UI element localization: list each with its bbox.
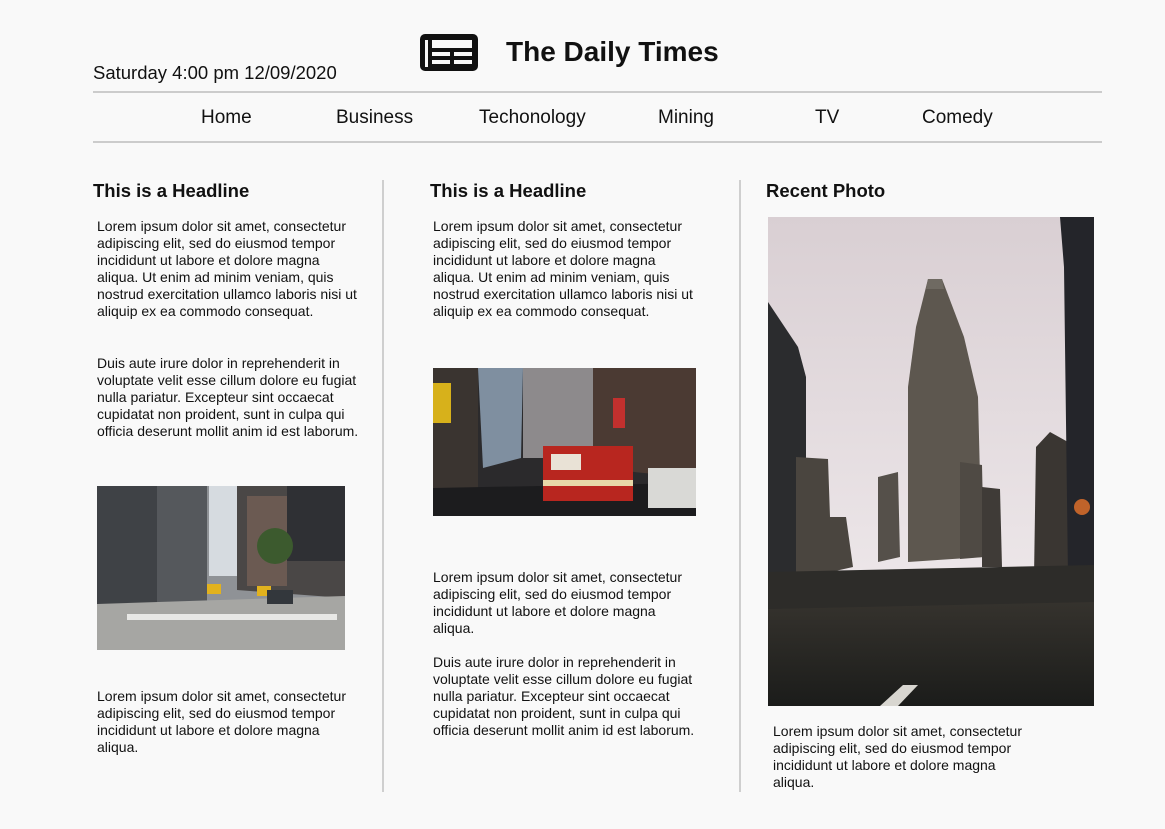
nav-comedy[interactable]: Comedy bbox=[922, 106, 993, 130]
nav-mining[interactable]: Mining bbox=[658, 106, 714, 130]
date-time: Saturday 4:00 pm 12/09/2020 bbox=[93, 62, 337, 83]
photo-caption: Lorem ipsum dolor sit amet, consectetur … bbox=[773, 723, 1022, 790]
header-divider bbox=[93, 91, 1102, 93]
newspaper-icon bbox=[420, 34, 478, 71]
column-divider bbox=[739, 180, 741, 792]
left-paragraph-1: Lorem ipsum dolor sit amet, consectetur … bbox=[97, 218, 357, 319]
fire-truck-photo[interactable] bbox=[433, 368, 696, 516]
nav-home[interactable]: Home bbox=[201, 106, 252, 130]
left-paragraph-2: Duis aute irure dolor in reprehenderit i… bbox=[97, 355, 359, 439]
nav-tv[interactable]: TV bbox=[815, 106, 839, 130]
nav-technology[interactable]: Techonology bbox=[479, 106, 586, 130]
column-divider bbox=[382, 180, 384, 792]
left-headline[interactable]: This is a Headline bbox=[93, 179, 249, 203]
left-paragraph-3: Lorem ipsum dolor sit amet, consectetur … bbox=[97, 688, 346, 755]
middle-paragraph-1: Lorem ipsum dolor sit amet, consectetur … bbox=[433, 218, 693, 319]
middle-paragraph-3: Duis aute irure dolor in reprehenderit i… bbox=[433, 654, 695, 738]
street-photo[interactable] bbox=[97, 486, 345, 650]
site-title: The Daily Times bbox=[506, 36, 719, 67]
middle-headline[interactable]: This is a Headline bbox=[430, 179, 586, 203]
middle-paragraph-2: Lorem ipsum dolor sit amet, consectetur … bbox=[433, 569, 682, 636]
recent-photo[interactable] bbox=[768, 217, 1094, 706]
nav-business[interactable]: Business bbox=[336, 106, 413, 130]
recent-photo-heading[interactable]: Recent Photo bbox=[766, 179, 885, 203]
nav-divider bbox=[93, 141, 1102, 143]
newspaper-page: Saturday 4:00 pm 12/09/2020 The Daily Ti… bbox=[0, 0, 1165, 829]
